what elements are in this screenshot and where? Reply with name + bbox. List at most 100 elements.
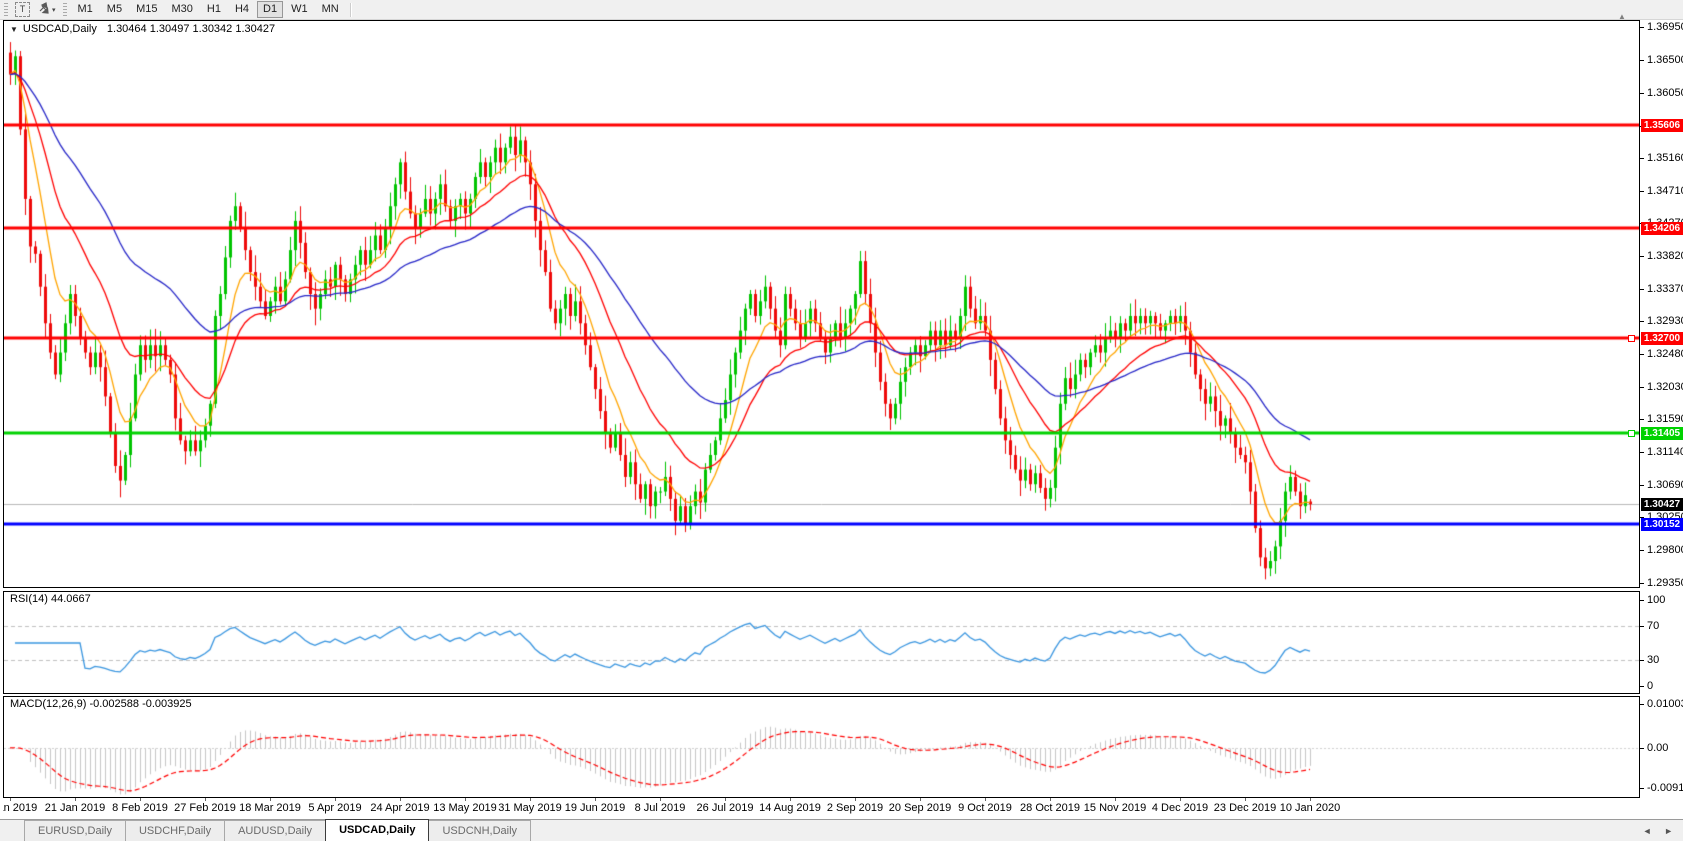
- time-axis-tick: [855, 798, 856, 801]
- axis-tick-mark: [1640, 686, 1644, 687]
- timeframe-m5[interactable]: M5: [101, 1, 128, 18]
- timeframe-m30[interactable]: M30: [165, 1, 198, 18]
- time-axis-tick: [270, 798, 271, 801]
- price-tick-label: 1.36950: [1647, 21, 1683, 33]
- timeframe-w1[interactable]: W1: [285, 1, 314, 18]
- axis-tick-mark: [1640, 321, 1644, 322]
- tab-usdchf-daily[interactable]: USDCHF,Daily: [124, 820, 226, 841]
- date-label: 2 Sep 2019: [826, 802, 884, 814]
- time-axis-tick: [140, 798, 141, 801]
- timeframe-m15[interactable]: M15: [130, 1, 163, 18]
- chart-shift-marker[interactable]: ▲: [1618, 12, 1626, 21]
- tab-eurusd-daily[interactable]: EURUSD,Daily: [24, 820, 126, 841]
- rsi-panel: [3, 591, 1640, 694]
- axis-tick-mark: [1640, 660, 1644, 661]
- time-axis-tick: [790, 798, 791, 801]
- macd-tick-label: -0.009153: [1647, 782, 1683, 794]
- date-label: 26 Jul 2019: [696, 802, 754, 814]
- date-label: 23 Dec 2019: [1213, 802, 1277, 814]
- time-axis-tick: [75, 798, 76, 801]
- chart-title: ▼ USDCAD,Daily 1.30464 1.30497 1.30342 1…: [10, 23, 275, 35]
- macd-chart[interactable]: [4, 697, 1639, 797]
- symbol-name: USDCAD,Daily: [22, 23, 97, 35]
- date-label: 8 Jul 2019: [634, 802, 686, 814]
- timeframe-buttons: M1 M5 M15 M30 H1 H4 D1 W1 MN: [71, 1, 346, 18]
- axis-tick-mark: [1640, 60, 1644, 61]
- price-tick-label: 1.33370: [1647, 283, 1683, 295]
- axis-tick-mark: [1640, 354, 1644, 355]
- tab-scroll-left-icon[interactable]: ◄: [1643, 826, 1652, 836]
- level-drag-handle[interactable]: [1628, 430, 1635, 437]
- tab-scroll-right-icon[interactable]: ►: [1664, 826, 1673, 836]
- timeframe-h1[interactable]: H1: [201, 1, 227, 18]
- text-tool-icon: T: [15, 2, 30, 17]
- time-axis-tick: [985, 798, 986, 801]
- date-label: 2 Jan 2019: [3, 802, 38, 814]
- top-toolbar: T ▾ M1 M5 M15 M30 H1 H4 D1 W1 MN: [0, 0, 1683, 20]
- symbol-dropdown-icon[interactable]: ▼: [10, 25, 18, 34]
- axis-tick-mark: [1640, 27, 1644, 28]
- level-drag-handle[interactable]: [1628, 335, 1635, 342]
- arrows-tool-icon: [36, 2, 50, 17]
- time-axis-tick: [1115, 798, 1116, 801]
- time-axis[interactable]: 2 Jan 2019 21 Jan 2019 8 Feb 2019 27 Feb 20…: [3, 798, 1640, 818]
- date-label: 10 Jan 2020: [1279, 802, 1341, 814]
- price-tick-label: 1.31140: [1647, 446, 1683, 458]
- price-tick-label: 1.31590: [1647, 413, 1683, 425]
- date-label: 31 May 2019: [498, 802, 562, 814]
- timeframe-mn[interactable]: MN: [316, 1, 345, 18]
- date-label: 5 Apr 2019: [308, 802, 362, 814]
- date-label: 21 Jan 2019: [44, 802, 106, 814]
- rsi-tick-label: 100: [1647, 594, 1666, 606]
- chevron-down-icon: ▾: [52, 6, 56, 14]
- axis-tick-mark: [1640, 289, 1644, 290]
- axis-tick-mark: [1640, 704, 1644, 705]
- rsi-indicator-label: RSI(14) 44.0667: [10, 593, 91, 605]
- macd-tick-label: 0.010035: [1647, 698, 1683, 710]
- candlestick-chart[interactable]: [4, 21, 1639, 587]
- timeframe-m1[interactable]: M1: [72, 1, 99, 18]
- arrows-tool-button[interactable]: ▾: [33, 2, 59, 17]
- tab-audusd-daily[interactable]: AUDUSD,Daily: [224, 820, 327, 841]
- ohlc-values: 1.30464 1.30497 1.30342 1.30427: [106, 23, 276, 35]
- axis-tick-mark: [1640, 158, 1644, 159]
- rsi-tick-label: 0: [1647, 680, 1654, 692]
- macd-indicator-label: MACD(12,26,9) -0.002588 -0.003925: [10, 698, 192, 710]
- current-price-label: 1.30427: [1641, 498, 1683, 511]
- price-tick-label: 1.32480: [1647, 348, 1683, 360]
- date-label: 9 Oct 2019: [958, 802, 1012, 814]
- rsi-tick-label: 30: [1647, 654, 1660, 666]
- time-axis-tick: [1310, 798, 1311, 801]
- axis-tick-mark: [1640, 485, 1644, 486]
- date-label: 18 Mar 2019: [239, 802, 301, 814]
- time-axis-tick: [1245, 798, 1246, 801]
- rsi-chart[interactable]: [4, 592, 1639, 693]
- axis-tick-mark: [1640, 256, 1644, 257]
- axis-tick-mark: [1640, 452, 1644, 453]
- axis-tick-mark: [1640, 600, 1644, 601]
- price-tick-label: 1.32930: [1647, 315, 1683, 327]
- date-label: 8 Feb 2019: [112, 802, 168, 814]
- price-tick-label: 1.36500: [1647, 54, 1683, 66]
- macd-panel: [3, 696, 1640, 798]
- axis-tick-mark: [1640, 191, 1644, 192]
- date-label: 15 Nov 2019: [1083, 802, 1147, 814]
- date-label: 14 Aug 2019: [759, 802, 821, 814]
- level-price-label: 1.35606: [1641, 119, 1683, 132]
- timeframe-d1[interactable]: D1: [257, 1, 284, 18]
- time-axis-tick: [1050, 798, 1051, 801]
- price-tick-label: 1.35160: [1647, 152, 1683, 164]
- tab-usdcnh-daily[interactable]: USDCNH,Daily: [428, 820, 532, 841]
- text-tool-button[interactable]: T: [12, 2, 33, 17]
- level-price-label: 1.30152: [1641, 518, 1683, 531]
- date-label: 20 Sep 2019: [888, 802, 952, 814]
- toolbar-grip[interactable]: [4, 3, 8, 16]
- timeframe-h4[interactable]: H4: [229, 1, 255, 18]
- toolbar-separator: [349, 2, 352, 17]
- date-label: 13 May 2019: [433, 802, 497, 814]
- price-tick-label: 1.33820: [1647, 250, 1683, 262]
- tab-usdcad-daily[interactable]: USDCAD,Daily: [325, 819, 430, 841]
- time-axis-tick: [465, 798, 466, 801]
- toolbar-grip[interactable]: [62, 3, 67, 16]
- price-tick-label: 1.30690: [1647, 479, 1683, 491]
